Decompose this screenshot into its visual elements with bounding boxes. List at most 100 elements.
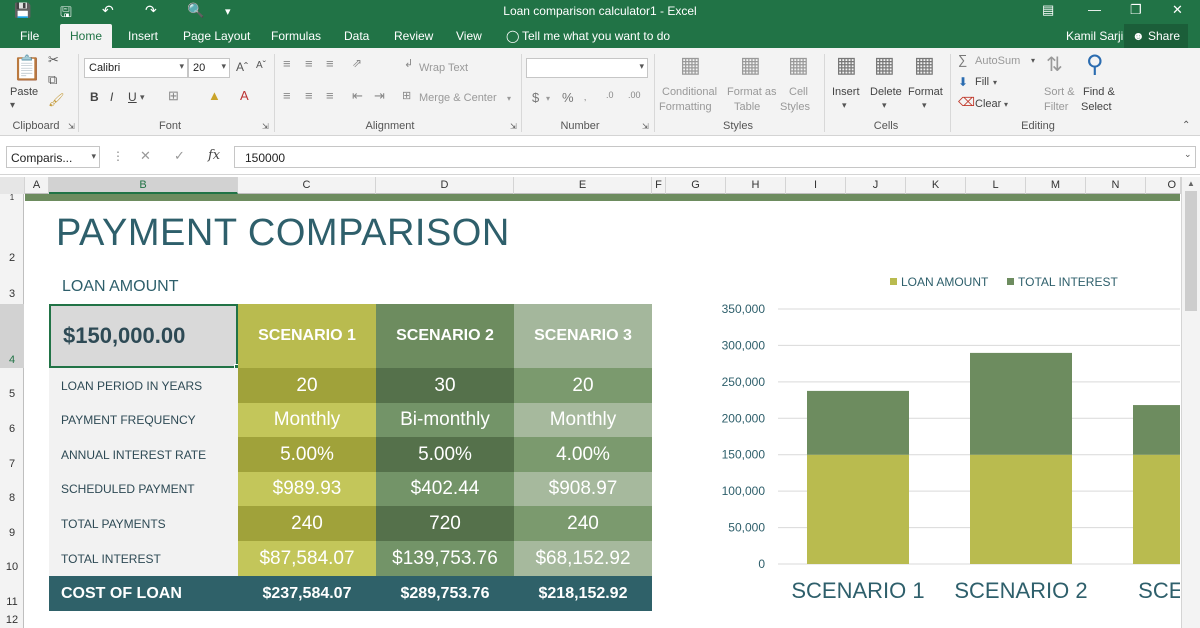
underline-button[interactable]: U bbox=[128, 90, 137, 104]
delete-cells-button[interactable]: Delete bbox=[870, 86, 902, 98]
tab-formulas[interactable]: Formulas bbox=[271, 29, 321, 43]
row-header[interactable]: 10 bbox=[0, 561, 24, 577]
user-name[interactable]: Kamil Sarji bbox=[1066, 29, 1123, 43]
font-name-combo[interactable]: Calibri ▾ bbox=[84, 58, 188, 78]
column-header[interactable]: M bbox=[1026, 177, 1086, 194]
autosum-button[interactable]: AutoSum bbox=[975, 55, 1020, 67]
row-header[interactable]: 2 bbox=[0, 252, 24, 268]
autosum-dropdown-icon[interactable]: ▾ bbox=[1031, 56, 1035, 65]
row-header[interactable]: 6 bbox=[0, 423, 24, 439]
row-header[interactable]: 5 bbox=[0, 388, 24, 404]
column-header[interactable]: I bbox=[786, 177, 846, 194]
scenario-1-cell[interactable]: $989.93 bbox=[238, 472, 376, 506]
decrease-decimal-icon[interactable]: .00 bbox=[628, 90, 641, 100]
underline-dropdown-icon[interactable]: ▾ bbox=[140, 92, 145, 103]
align-top-icon[interactable]: ≡ bbox=[283, 56, 291, 71]
fill-dropdown-icon[interactable]: ▾ bbox=[993, 78, 997, 87]
merge-center-icon[interactable]: ⊞ bbox=[402, 89, 411, 102]
scenario-3-cell[interactable]: $908.97 bbox=[514, 472, 652, 506]
cut-icon[interactable]: ✂ bbox=[48, 52, 59, 68]
cancel-icon[interactable]: ✕ bbox=[140, 148, 151, 164]
orientation-icon[interactable]: ⇗ bbox=[352, 56, 362, 70]
paste-dropdown-icon[interactable]: ▾ bbox=[10, 100, 15, 111]
scenario-3-cell[interactable]: $68,152.92 bbox=[514, 541, 652, 576]
cell-styles-icon[interactable]: ▦ bbox=[788, 52, 809, 78]
fill-color-icon[interactable]: ▲ bbox=[208, 88, 221, 103]
comma-style-icon[interactable]: ‚ bbox=[584, 92, 586, 103]
scenario-2-cell[interactable]: 30 bbox=[376, 368, 514, 403]
align-bottom-icon[interactable]: ≡ bbox=[326, 56, 334, 71]
scenario-1-cell[interactable]: 5.00% bbox=[238, 437, 376, 472]
tab-file[interactable]: File bbox=[20, 29, 39, 43]
insert-dropdown-icon[interactable]: ▾ bbox=[842, 100, 847, 111]
fill-button[interactable]: Fill bbox=[975, 76, 989, 88]
expand-formula-icon[interactable]: ⌄ bbox=[1184, 149, 1192, 160]
scenario-3-header[interactable]: SCENARIO 3 bbox=[514, 304, 652, 368]
column-header[interactable]: G bbox=[666, 177, 726, 194]
currency-dropdown-icon[interactable]: ▾ bbox=[546, 94, 550, 103]
bold-button[interactable]: B bbox=[90, 90, 99, 104]
align-left-icon[interactable]: ≡ bbox=[283, 88, 291, 103]
scenario-1-cell[interactable]: 20 bbox=[238, 368, 376, 403]
increase-decimal-icon[interactable]: .0 bbox=[606, 90, 614, 100]
cost-of-loan-value[interactable]: $218,152.92 bbox=[514, 576, 652, 611]
scenario-3-cell[interactable]: 240 bbox=[514, 506, 652, 541]
number-launcher-icon[interactable]: ⇲ bbox=[642, 122, 649, 131]
increase-font-icon[interactable]: Aˆ bbox=[236, 60, 248, 74]
row-header[interactable]: 12 bbox=[0, 614, 24, 628]
name-box[interactable]: Comparis... ▾ bbox=[6, 146, 100, 168]
sort-filter-label-1[interactable]: Sort & bbox=[1044, 86, 1075, 98]
find-select-icon[interactable]: ⚲ bbox=[1086, 50, 1104, 79]
tab-home[interactable]: Home bbox=[60, 24, 113, 48]
scenario-3-cell[interactable]: 20 bbox=[514, 368, 652, 403]
insert-cells-button[interactable]: Insert bbox=[832, 86, 860, 98]
column-header[interactable]: B bbox=[49, 177, 238, 194]
row-header[interactable]: 9 bbox=[0, 527, 24, 543]
formula-input[interactable]: 150000 bbox=[234, 146, 1196, 168]
stacked-bar-chart[interactable]: 0 50,000 100,000 150,000 200,000 250,000 300,0… bbox=[680, 272, 1180, 628]
merge-dropdown-icon[interactable]: ▾ bbox=[507, 94, 511, 103]
wrap-text-button[interactable]: Wrap Text bbox=[419, 62, 468, 74]
scenario-1-cell[interactable]: 240 bbox=[238, 506, 376, 541]
column-header[interactable]: N bbox=[1086, 177, 1146, 194]
scenario-2-cell[interactable]: 5.00% bbox=[376, 437, 514, 472]
format-dropdown-icon[interactable]: ▾ bbox=[922, 100, 927, 111]
tell-me-search[interactable]: Tell me what you want to do bbox=[522, 29, 670, 43]
alignment-launcher-icon[interactable]: ⇲ bbox=[510, 122, 517, 131]
font-launcher-icon[interactable]: ⇲ bbox=[262, 122, 269, 131]
sort-filter-icon[interactable]: ⇅ bbox=[1046, 52, 1063, 77]
insert-function-button[interactable]: fx bbox=[208, 148, 220, 163]
format-painter-icon[interactable]: 🖌 bbox=[48, 92, 65, 108]
delete-cells-icon[interactable]: ▦ bbox=[874, 52, 895, 78]
column-header[interactable]: D bbox=[376, 177, 514, 194]
cell-styles-label-2[interactable]: Styles bbox=[780, 101, 810, 113]
format-cells-icon[interactable]: ▦ bbox=[914, 52, 935, 78]
row-header[interactable]: 3 bbox=[0, 288, 24, 304]
column-header[interactable]: F bbox=[652, 177, 666, 194]
row-header[interactable]: 11 bbox=[0, 596, 24, 612]
percent-button[interactable]: % bbox=[562, 90, 574, 105]
cell-styles-label-1[interactable]: Cell bbox=[789, 86, 808, 98]
column-header[interactable]: L bbox=[966, 177, 1026, 194]
column-header[interactable]: J bbox=[846, 177, 906, 194]
format-cells-button[interactable]: Format bbox=[908, 86, 943, 98]
eraser-icon[interactable]: ⌫ bbox=[958, 95, 975, 109]
increase-indent-icon[interactable]: ⇥ bbox=[374, 88, 385, 104]
number-format-combo[interactable]: ▾ bbox=[526, 58, 648, 78]
tab-data[interactable]: Data bbox=[344, 29, 369, 43]
scenario-1-cell[interactable]: Monthly bbox=[238, 403, 376, 437]
currency-button[interactable]: $ bbox=[532, 90, 539, 105]
ribbon-display-icon[interactable]: ▤ bbox=[1042, 2, 1054, 18]
paste-icon[interactable]: 📋 bbox=[12, 54, 42, 83]
conditional-formatting-icon[interactable]: ▦ bbox=[680, 52, 701, 78]
autosum-icon[interactable]: ∑ bbox=[958, 52, 967, 67]
scroll-up-icon[interactable]: ▲ bbox=[1187, 179, 1195, 188]
decrease-font-icon[interactable]: Aˇ bbox=[256, 60, 266, 71]
cost-of-loan-value[interactable]: $289,753.76 bbox=[376, 576, 514, 611]
tab-view[interactable]: View bbox=[456, 29, 482, 43]
column-header[interactable]: O bbox=[1146, 177, 1181, 194]
align-right-icon[interactable]: ≡ bbox=[326, 88, 334, 103]
scenario-3-cell[interactable]: 4.00% bbox=[514, 437, 652, 472]
paste-button[interactable]: Paste bbox=[10, 86, 38, 98]
close-icon[interactable]: ✕ bbox=[1172, 2, 1183, 18]
